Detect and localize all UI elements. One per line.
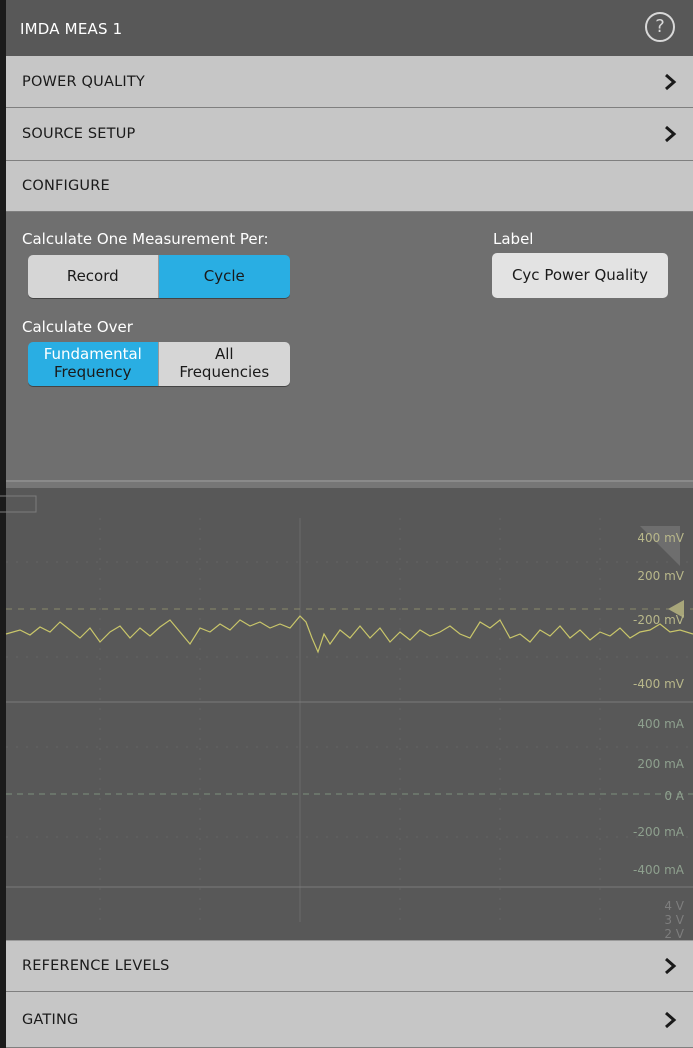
calc-per-toggle[interactable]: Record Cycle bbox=[28, 255, 290, 298]
scale-label-200ma: 200 mA bbox=[637, 757, 684, 771]
window-title: IMDA MEAS 1 bbox=[20, 20, 123, 38]
scale-label-0a: 0 A bbox=[664, 789, 684, 803]
section-power-quality-label: POWER QUALITY bbox=[22, 73, 145, 90]
scale-label-3v: 3 V bbox=[664, 913, 684, 927]
chevron-right-icon bbox=[665, 957, 677, 975]
calc-over-toggle[interactable]: Fundamental Frequency All Frequencies bbox=[28, 342, 290, 386]
section-reference-levels[interactable]: REFERENCE LEVELS bbox=[6, 940, 693, 992]
fundamental-line2: Frequency bbox=[54, 363, 132, 381]
section-source-setup-label: SOURCE SETUP bbox=[22, 126, 136, 142]
chevron-right-icon bbox=[665, 125, 677, 143]
section-reference-levels-label: REFERENCE LEVELS bbox=[22, 958, 170, 974]
scale-label-400mv: 400 mV bbox=[637, 531, 684, 545]
all-line1: All bbox=[214, 345, 234, 363]
section-gating-label: GATING bbox=[22, 1011, 79, 1028]
label-heading: Label bbox=[493, 230, 534, 248]
record-option[interactable]: Record bbox=[28, 255, 159, 298]
fundamental-line1: Fundamental bbox=[43, 345, 142, 363]
cycle-option[interactable]: Cycle bbox=[158, 255, 290, 298]
scale-label-neg200ma: -200 mA bbox=[633, 825, 685, 839]
all-frequencies-option[interactable]: All Frequencies bbox=[158, 342, 290, 386]
scale-label-neg400ma: -400 mA bbox=[633, 863, 685, 877]
chevron-right-icon bbox=[665, 73, 677, 90]
scale-label-2v: 2 V bbox=[664, 927, 684, 940]
label-value-button[interactable]: Cyc Power Quality bbox=[492, 253, 668, 298]
title-bar: IMDA MEAS 1 ? bbox=[6, 0, 693, 56]
chevron-right-icon bbox=[665, 1011, 677, 1028]
section-power-quality[interactable]: POWER QUALITY bbox=[6, 56, 693, 108]
waveform-graticule: 400 mV 200 mV -200 mV -400 mV 400 mA 200… bbox=[0, 482, 693, 940]
scale-label-neg200mv: -200 mV bbox=[633, 613, 685, 627]
fundamental-frequency-option[interactable]: Fundamental Frequency bbox=[28, 342, 159, 386]
scale-label-neg400mv: -400 mV bbox=[633, 677, 685, 691]
section-source-setup[interactable]: SOURCE SETUP bbox=[6, 108, 693, 161]
calc-over-label: Calculate Over bbox=[22, 318, 133, 336]
section-configure-label: CONFIGURE bbox=[22, 178, 110, 194]
section-gating[interactable]: GATING bbox=[6, 992, 693, 1048]
section-configure[interactable]: CONFIGURE bbox=[6, 161, 693, 212]
scale-label-400ma: 400 mA bbox=[637, 717, 684, 731]
all-line2: Frequencies bbox=[179, 363, 270, 381]
help-icon[interactable]: ? bbox=[645, 12, 675, 42]
calc-per-label: Calculate One Measurement Per: bbox=[22, 230, 269, 248]
scale-label-200mv: 200 mV bbox=[637, 569, 684, 583]
scale-label-4v: 4 V bbox=[664, 899, 684, 913]
